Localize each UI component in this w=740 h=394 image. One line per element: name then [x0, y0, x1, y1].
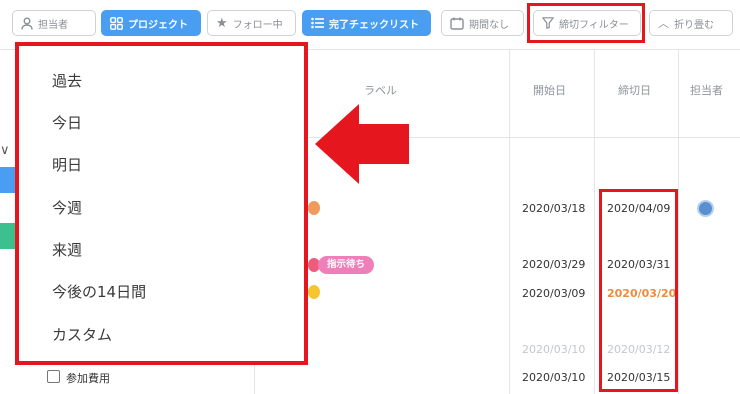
dropdown-item-tomorrow[interactable]: 明日 [52, 154, 82, 175]
grid-icon [110, 16, 123, 30]
start-date-cell: 2020/03/18 [522, 202, 586, 215]
column-header-start: 開始日 [533, 84, 566, 97]
project-color-bar [0, 167, 15, 193]
avatar[interactable] [697, 200, 714, 217]
calendar-icon [450, 17, 464, 30]
start-date-cell: 2020/03/10 [522, 343, 586, 356]
dropdown-item-custom[interactable]: カスタム [52, 324, 112, 345]
task-checkbox[interactable] [47, 370, 60, 383]
dropdown-item-next-week[interactable]: 来週 [52, 239, 82, 260]
person-icon [21, 17, 33, 30]
checklist-label: 完了チェックリスト [329, 19, 419, 31]
assignee-filter-label: 担当者 [38, 19, 68, 31]
deadline-column-highlight [599, 189, 678, 392]
arrow-left-icon [315, 104, 409, 184]
start-date-cell: 2020/03/10 [522, 371, 586, 384]
chevron-up-icon: ︿ [658, 17, 669, 30]
follow-button[interactable]: ★ フォロー中 [207, 10, 296, 36]
dropdown-item-this-week[interactable]: 今週 [52, 197, 82, 218]
column-header-assignee: 担当者 [690, 84, 723, 97]
project-label: プロジェクト [128, 19, 188, 31]
checklist-button[interactable]: 完了チェックリスト [302, 10, 431, 36]
label-dot [308, 201, 320, 215]
label-dot [308, 285, 320, 299]
project-button[interactable]: プロジェクト [101, 10, 201, 36]
list-icon [311, 17, 324, 29]
start-date-cell: 2020/03/09 [522, 287, 586, 300]
project-color-bar [0, 223, 15, 249]
start-date-cell: 2020/03/29 [522, 258, 586, 271]
no-period-button[interactable]: 期間なし [441, 10, 524, 36]
chevron-down-icon[interactable]: ∨ [0, 143, 10, 158]
deadline-filter-dropdown: 過去 今日 明日 今週 来週 今後の14日間 カスタム [15, 42, 308, 365]
no-period-label: 期間なし [469, 19, 509, 31]
column-header-deadline: 締切日 [618, 84, 651, 97]
dropdown-item-next-14-days[interactable]: 今後の14日間 [52, 281, 146, 302]
status-tag: 指示待ち [318, 256, 375, 274]
deadline-filter-highlight [527, 3, 645, 43]
collapse-button[interactable]: ︿ 折り畳む [649, 10, 733, 36]
task-title[interactable]: 参加費用 [66, 370, 110, 386]
column-divider [678, 49, 679, 394]
collapse-label: 折り畳む [674, 19, 714, 31]
dropdown-item-past[interactable]: 過去 [52, 70, 82, 91]
column-divider [594, 49, 595, 394]
column-divider [509, 49, 510, 394]
column-header-label: ラベル [364, 84, 397, 97]
star-icon: ★ [216, 15, 228, 31]
assignee-filter-button[interactable]: 担当者 [12, 10, 96, 36]
follow-label: フォロー中 [232, 19, 283, 31]
dropdown-item-today[interactable]: 今日 [52, 112, 82, 133]
